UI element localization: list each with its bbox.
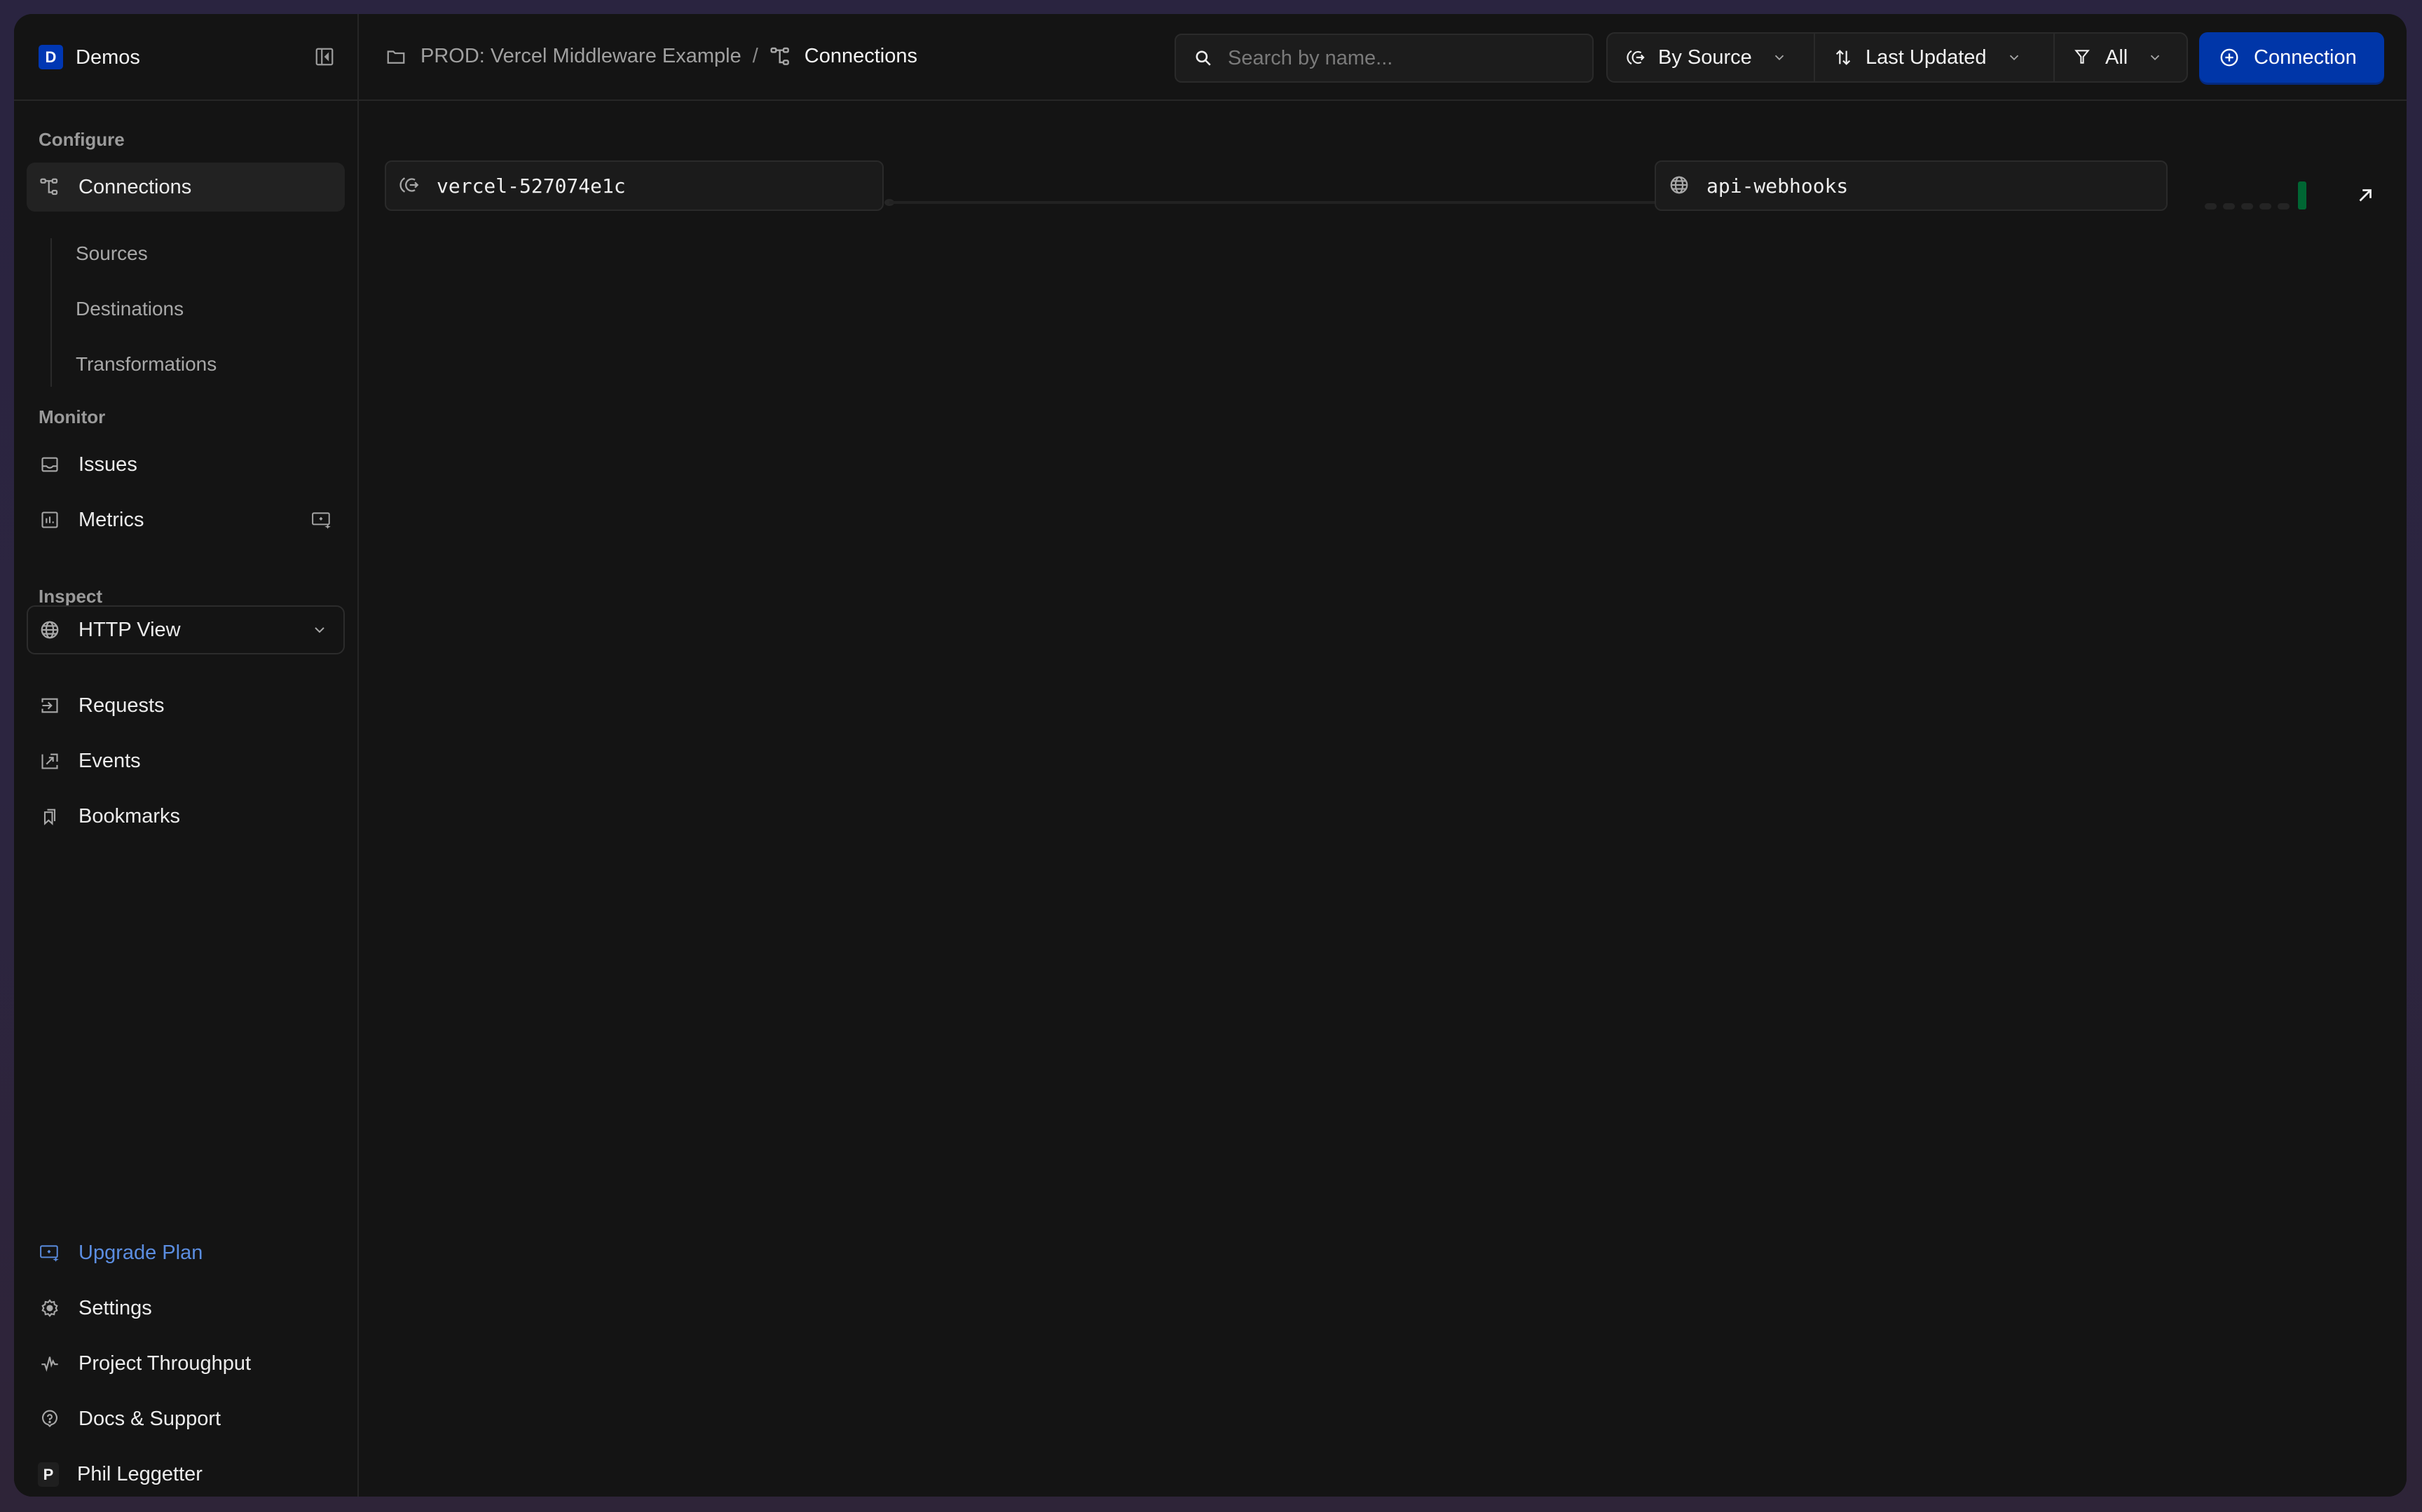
sidebar-subitem-transformations[interactable]: Transformations [76, 353, 217, 376]
sidebar-item-label: Issues [78, 453, 137, 476]
sort-icon [1833, 48, 1853, 67]
search-icon [1194, 49, 1212, 67]
sidebar-item-label: Settings [78, 1296, 152, 1319]
connections-icon [39, 177, 60, 198]
sidebar-item-docs-support[interactable]: Docs & Support [27, 1394, 345, 1443]
sidebar-item-label: Project Throughput [78, 1352, 252, 1375]
sort-label: Last Updated [1866, 46, 1987, 69]
upgrade-sparkle-icon [39, 1242, 60, 1263]
view-controls: By Source Last Updated All [1606, 32, 2188, 83]
collapse-sidebar-icon[interactable] [314, 46, 335, 67]
chevron-down-icon [2006, 50, 2022, 65]
gear-icon [39, 1298, 60, 1319]
sidebar-header: D Demos [14, 14, 357, 101]
sidebar-item-events[interactable]: Events [27, 736, 345, 785]
chevron-down-icon [2147, 50, 2163, 65]
sidebar-item-settings[interactable]: Settings [27, 1284, 345, 1333]
sidebar-item-label: Connections [78, 175, 192, 198]
source-name: vercel-527074e1c [437, 174, 626, 198]
chevron-down-icon [1772, 50, 1787, 65]
sidebar-item-upgrade-plan[interactable]: Upgrade Plan [27, 1228, 345, 1277]
source-icon [399, 174, 421, 197]
source-icon [1626, 48, 1646, 67]
http-view-selector[interactable]: HTTP View [27, 605, 345, 654]
sidebar-item-label: Upgrade Plan [78, 1241, 203, 1264]
activity-bar [2259, 203, 2271, 209]
sidebar-item-label: Bookmarks [78, 804, 181, 827]
activity-bar [2205, 203, 2217, 209]
bookmarks-icon [39, 806, 60, 827]
sidebar-item-bookmarks[interactable]: Bookmarks [27, 792, 345, 841]
sort-dropdown[interactable]: Last Updated [1815, 34, 2055, 81]
globe-icon [39, 619, 60, 640]
sidebar-item-metrics[interactable]: Metrics [27, 495, 345, 544]
connection-edge [884, 199, 1673, 206]
sidebar-item-project-throughput[interactable]: Project Throughput [27, 1339, 345, 1388]
sidebar-item-label: Docs & Support [78, 1407, 221, 1430]
user-avatar: P [38, 1462, 59, 1487]
activity-bar [2223, 203, 2235, 209]
filter-label: All [2105, 46, 2128, 69]
add-connection-button[interactable]: Connection [2199, 32, 2384, 83]
org-name[interactable]: Demos [76, 45, 140, 70]
activity-bar [2298, 181, 2306, 209]
sidebar-item-requests[interactable]: Requests [27, 681, 345, 730]
request-in-icon [39, 695, 60, 716]
chevron-down-icon [311, 621, 328, 638]
user-name: Phil Leggetter [77, 1462, 203, 1485]
folder-icon [385, 46, 406, 67]
group-by-label: By Source [1658, 46, 1752, 69]
search-input[interactable] [1228, 46, 1578, 70]
filter-icon [2073, 48, 2093, 67]
sidebar-item-label: Events [78, 749, 141, 772]
search-box[interactable] [1175, 34, 1594, 83]
connections-icon [769, 46, 792, 68]
pulse-icon [39, 1353, 60, 1374]
breadcrumb-current: Connections [804, 45, 918, 67]
org-avatar[interactable]: D [39, 45, 63, 69]
sidebar-subitem-sources[interactable]: Sources [76, 242, 148, 265]
breadcrumb-separator: / [752, 45, 758, 67]
breadcrumb: PROD: Vercel Middleware Example / Connec… [385, 45, 917, 68]
sidebar-item-issues[interactable]: Issues [27, 440, 345, 489]
sidebar-item-connections[interactable]: Connections [27, 163, 345, 212]
user-initial: P [38, 1462, 59, 1487]
breadcrumb-project[interactable]: PROD: Vercel Middleware Example [420, 45, 741, 68]
destination-node[interactable]: api-webhooks [1655, 160, 2168, 211]
sidebar-subitem-destinations[interactable]: Destinations [76, 298, 184, 320]
event-out-icon [39, 750, 60, 771]
bar-chart-icon [39, 509, 60, 530]
activity-bar [2241, 203, 2253, 209]
inbox-icon [39, 454, 60, 475]
upgrade-sparkle-icon[interactable] [311, 511, 332, 529]
activity-sparkline [2205, 181, 2306, 209]
filter-dropdown[interactable]: All [2055, 34, 2187, 81]
sidebar-item-label: Requests [78, 694, 165, 717]
sidebar-item-label: Metrics [78, 508, 144, 531]
group-by-dropdown[interactable]: By Source [1608, 34, 1815, 81]
source-node[interactable]: vercel-527074e1c [385, 160, 884, 211]
edge-line [889, 201, 1667, 204]
add-connection-label: Connection [2254, 46, 2357, 69]
destination-name: api-webhooks [1706, 174, 1849, 198]
plus-circle-icon [2219, 47, 2240, 68]
help-icon [39, 1408, 60, 1429]
section-label-inspect: Inspect [39, 586, 103, 607]
sidebar: D Demos Configure Connections Sources De… [14, 14, 359, 1497]
http-view-label: HTTP View [78, 618, 181, 641]
globe-icon [1669, 174, 1691, 197]
app-window: D Demos Configure Connections Sources De… [14, 14, 2407, 1497]
user-menu[interactable]: P Phil Leggetter [27, 1450, 345, 1497]
main-header: PROD: Vercel Middleware Example / Connec… [359, 14, 2407, 101]
section-label-configure: Configure [39, 129, 125, 150]
submenu-guide-line [50, 238, 52, 387]
activity-bar [2278, 203, 2290, 209]
open-connection-icon[interactable] [2355, 185, 2376, 206]
section-label-monitor: Monitor [39, 406, 106, 427]
